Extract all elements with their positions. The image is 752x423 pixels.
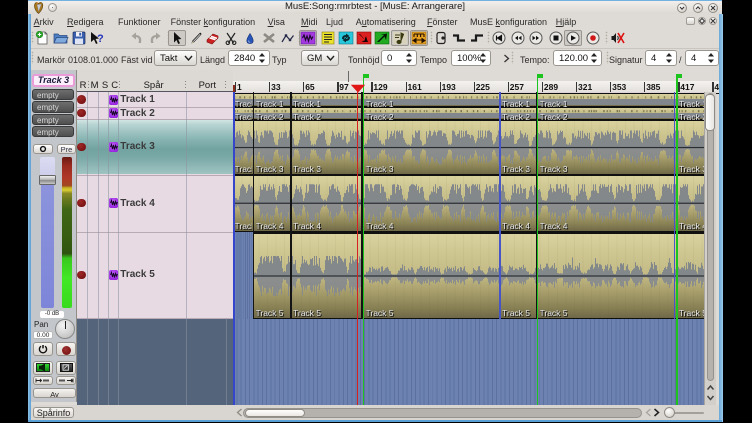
svg-text:?: ?: [97, 33, 104, 45]
